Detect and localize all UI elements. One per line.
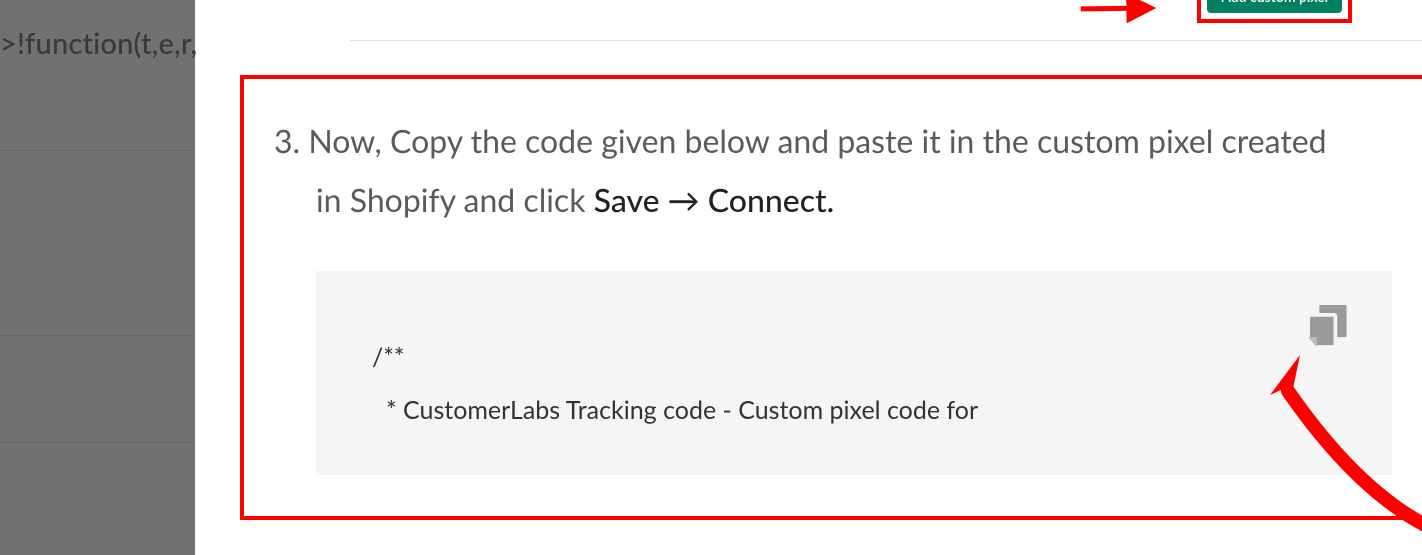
annotation-arrow-top — [1077, 0, 1162, 34]
code-line-2: * CustomerLabs Tracking code - Custom pi… — [372, 384, 1392, 437]
save-label: Save — [594, 180, 660, 219]
modal-backdrop — [0, 0, 195, 555]
instruction-line-2-prefix: in Shopify and click — [316, 180, 594, 219]
code-lines: /** * CustomerLabs Tracking code - Custo… — [316, 271, 1392, 436]
annotation-red-box: Add custom pixel — [1197, 0, 1352, 23]
step-number: 3. — [274, 121, 300, 160]
copy-icon[interactable] — [1308, 305, 1348, 347]
arrow-glyph: → — [660, 180, 708, 219]
instruction-highlight-box: 3. Now, Copy the code given below and pa… — [240, 75, 1422, 520]
code-line-1: /** — [372, 331, 1392, 384]
code-snippet-block: /** * CustomerLabs Tracking code - Custo… — [316, 271, 1392, 475]
add-pixel-highlight-box: Add custom pixel — [1197, 0, 1352, 23]
instruction-line-1: Now, Copy the code given below and paste… — [308, 121, 1326, 160]
content-top-divider — [350, 40, 1422, 41]
connect-label: Connect — [708, 180, 827, 219]
instruction-step-3: 3. Now, Copy the code given below and pa… — [244, 79, 1422, 229]
add-custom-pixel-button[interactable]: Add custom pixel — [1207, 0, 1342, 13]
period: . — [827, 180, 835, 219]
